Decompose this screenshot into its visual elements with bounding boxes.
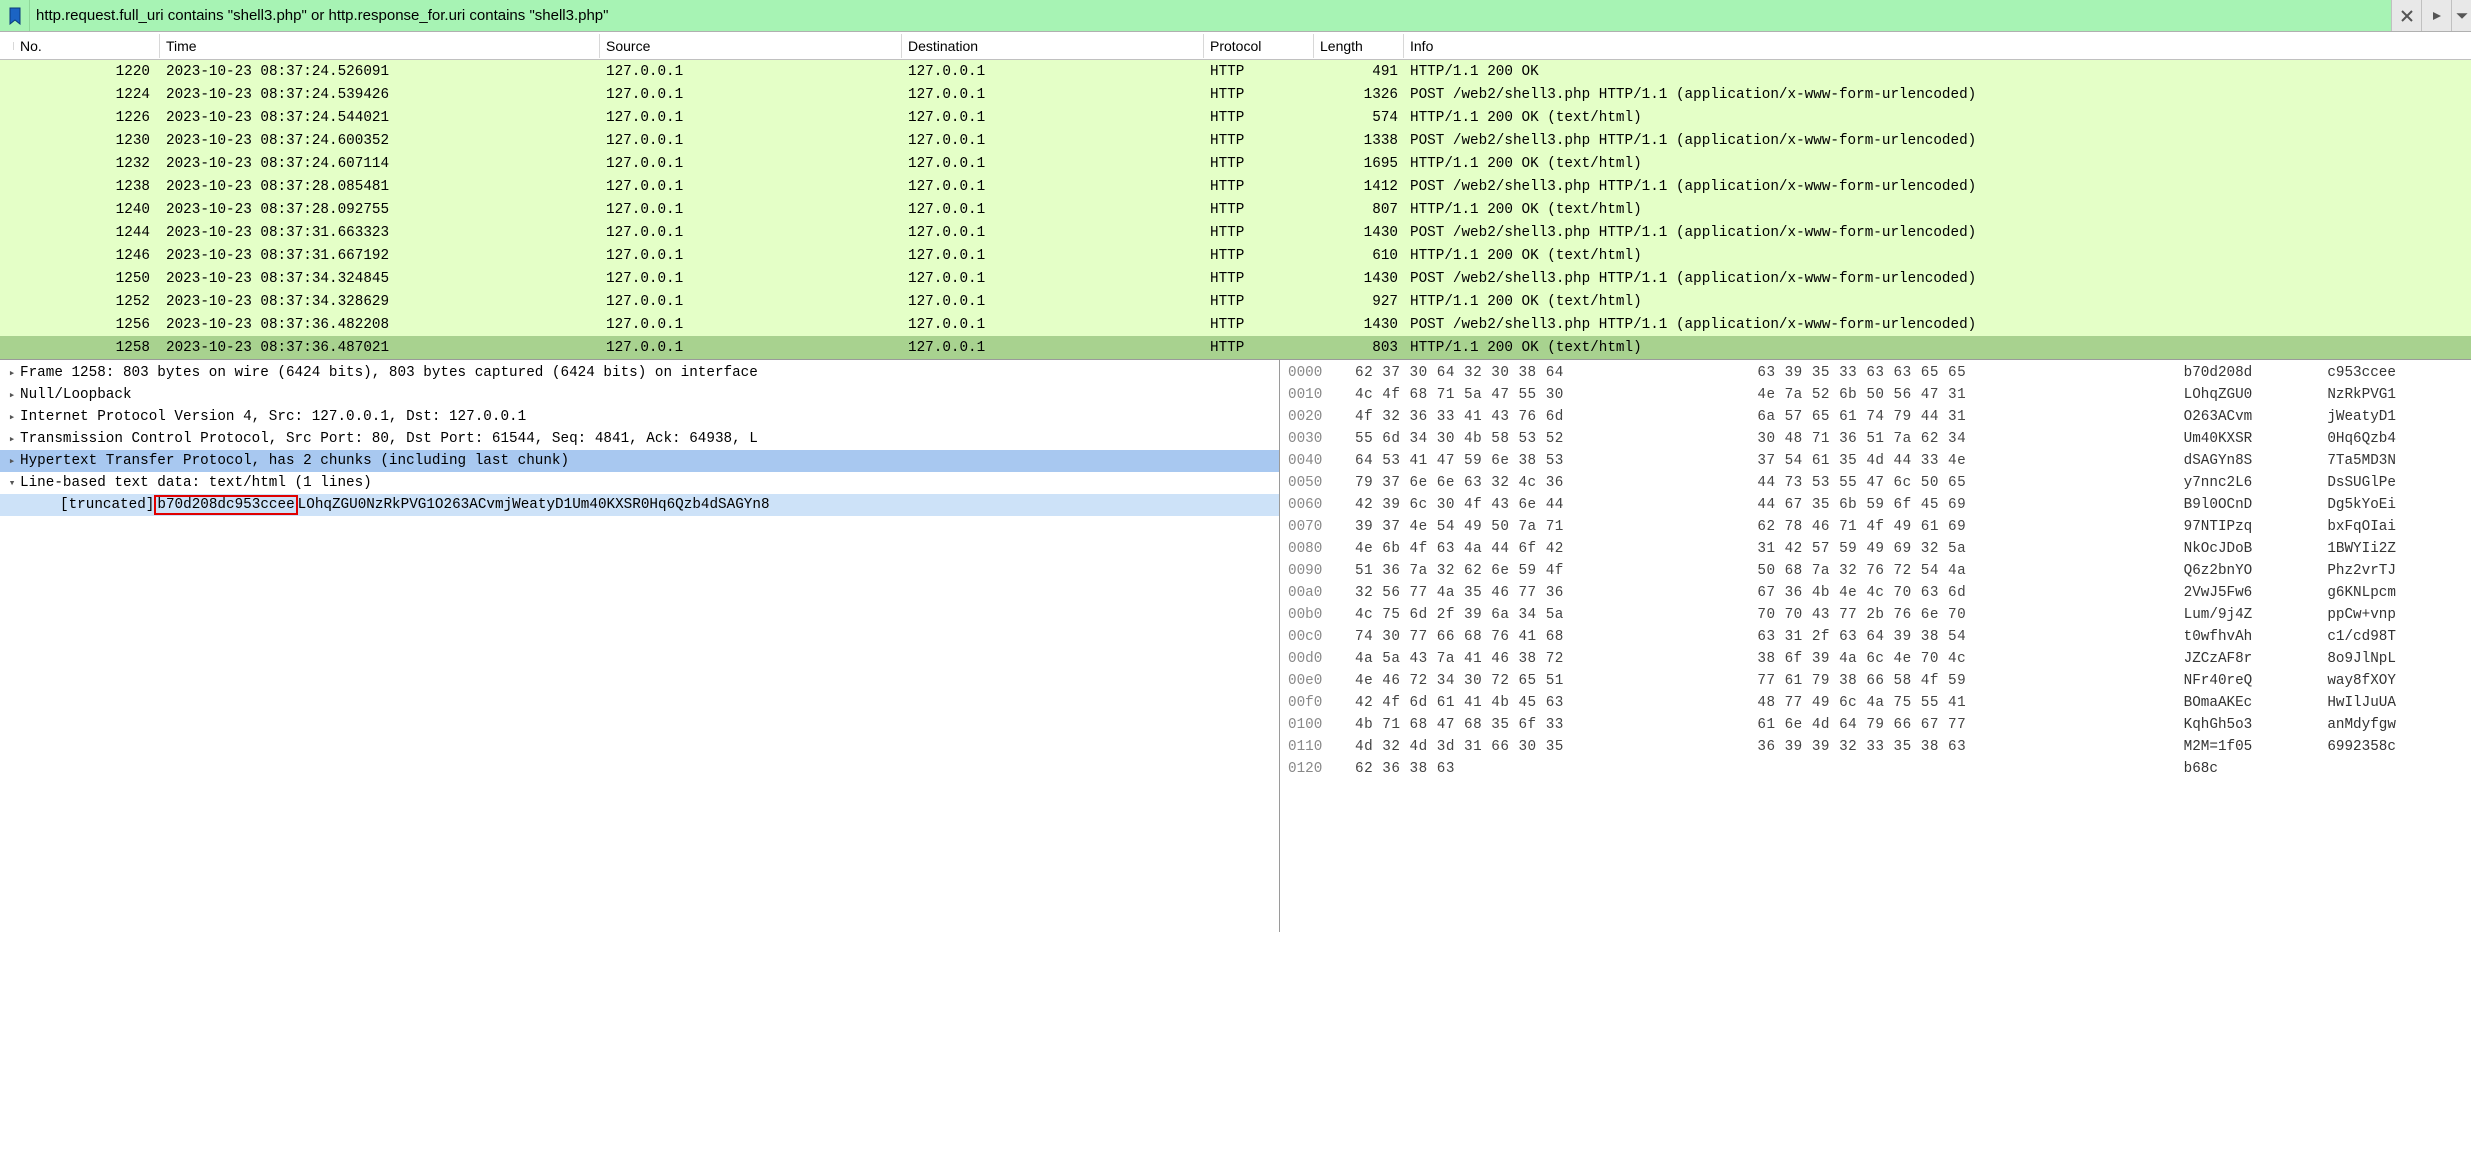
hex-row[interactable]: 004064 53 41 47 59 6e 38 5337 54 61 35 4…	[1288, 450, 2471, 472]
col-header-source[interactable]: Source	[600, 34, 902, 58]
col-header-protocol[interactable]: Protocol	[1204, 34, 1314, 58]
hex-row[interactable]: 012062 36 38 63b68c	[1288, 758, 2471, 780]
highlighted-hash: b70d208dc953ccee	[154, 495, 297, 515]
expand-caret-icon[interactable]: ▾	[4, 476, 20, 490]
hex-row[interactable]: 00804e 6b 4f 63 4a 44 6f 4231 42 57 59 4…	[1288, 538, 2471, 560]
packet-row[interactable]: →12562023-10-23 08:37:36.482208127.0.0.1…	[0, 313, 2471, 336]
tree-row[interactable]: ▸Internet Protocol Version 4, Src: 127.0…	[0, 406, 1279, 428]
packet-row[interactable]: 12502023-10-23 08:37:34.324845127.0.0.11…	[0, 267, 2471, 290]
hex-row[interactable]: 00204f 32 36 33 41 43 76 6d6a 57 65 61 7…	[1288, 406, 2471, 428]
col-header-destination[interactable]: Destination	[902, 34, 1204, 58]
expand-caret-icon[interactable]: ▸	[4, 410, 20, 424]
expand-caret-icon[interactable]: ▸	[4, 432, 20, 446]
packet-row[interactable]: →12582023-10-23 08:37:36.487021127.0.0.1…	[0, 336, 2471, 359]
display-filter-bar	[0, 0, 2471, 32]
tree-response-body[interactable]: [truncated]b70d208dc953cceeLOhqZGU0NzRkP…	[0, 494, 1279, 516]
packet-row[interactable]: 12302023-10-23 08:37:24.600352127.0.0.11…	[0, 129, 2471, 152]
filter-apply-button[interactable]	[2421, 0, 2451, 31]
packet-list-header: No. Time Source Destination Protocol Len…	[0, 32, 2471, 60]
hex-row[interactable]: 009051 36 7a 32 62 6e 59 4f50 68 7a 32 7…	[1288, 560, 2471, 582]
tree-row[interactable]: ▾Line-based text data: text/html (1 line…	[0, 472, 1279, 494]
filter-clear-button[interactable]	[2391, 0, 2421, 31]
packet-row[interactable]: 12382023-10-23 08:37:28.085481127.0.0.11…	[0, 175, 2471, 198]
packet-row[interactable]: 12322023-10-23 08:37:24.607114127.0.0.11…	[0, 152, 2471, 175]
hex-row[interactable]: 00d04a 5a 43 7a 41 46 38 7238 6f 39 4a 6…	[1288, 648, 2471, 670]
hex-row[interactable]: 01004b 71 68 47 68 35 6f 3361 6e 4d 64 7…	[1288, 714, 2471, 736]
packet-row[interactable]: 12522023-10-23 08:37:34.328629127.0.0.11…	[0, 290, 2471, 313]
hex-row[interactable]: 00e04e 46 72 34 30 72 65 5177 61 79 38 6…	[1288, 670, 2471, 692]
filter-dropdown-button[interactable]	[2451, 0, 2471, 31]
tree-row[interactable]: ▸Transmission Control Protocol, Src Port…	[0, 428, 1279, 450]
hex-row[interactable]: 000062 37 30 64 32 30 38 6463 39 35 33 6…	[1288, 362, 2471, 384]
packet-bytes-pane[interactable]: 000062 37 30 64 32 30 38 6463 39 35 33 6…	[1280, 360, 2471, 932]
col-header-time[interactable]: Time	[160, 34, 600, 58]
packet-row[interactable]: 12262023-10-23 08:37:24.544021127.0.0.11…	[0, 106, 2471, 129]
hex-row[interactable]: 01104d 32 4d 3d 31 66 30 3536 39 39 32 3…	[1288, 736, 2471, 758]
packet-row[interactable]: 12402023-10-23 08:37:28.092755127.0.0.11…	[0, 198, 2471, 221]
hex-row[interactable]: 006042 39 6c 30 4f 43 6e 4444 67 35 6b 5…	[1288, 494, 2471, 516]
expand-caret-icon[interactable]: ▸	[4, 454, 20, 468]
hex-row[interactable]: 00a032 56 77 4a 35 46 77 3667 36 4b 4e 4…	[1288, 582, 2471, 604]
display-filter-input[interactable]	[30, 0, 2391, 31]
truncated-label: [truncated]	[60, 497, 154, 513]
packet-list[interactable]: 12202023-10-23 08:37:24.526091127.0.0.11…	[0, 60, 2471, 359]
tree-row[interactable]: ▸Hypertext Transfer Protocol, has 2 chun…	[0, 450, 1279, 472]
hex-row[interactable]: 00104c 4f 68 71 5a 47 55 304e 7a 52 6b 5…	[1288, 384, 2471, 406]
packet-row[interactable]: 12462023-10-23 08:37:31.667192127.0.0.11…	[0, 244, 2471, 267]
packet-details-tree[interactable]: ▸Frame 1258: 803 bytes on wire (6424 bit…	[0, 360, 1280, 932]
hex-row[interactable]: 003055 6d 34 30 4b 58 53 5230 48 71 36 5…	[1288, 428, 2471, 450]
packet-row[interactable]: 12202023-10-23 08:37:24.526091127.0.0.11…	[0, 60, 2471, 83]
expand-caret-icon[interactable]: ▸	[4, 366, 20, 380]
tree-row[interactable]: ▸Frame 1258: 803 bytes on wire (6424 bit…	[0, 362, 1279, 384]
col-header-info[interactable]: Info	[1404, 34, 2471, 58]
filter-bookmark-icon[interactable]	[0, 0, 30, 31]
packet-row[interactable]: 12242023-10-23 08:37:24.539426127.0.0.11…	[0, 83, 2471, 106]
truncated-body-rest: LOhqZGU0NzRkPVG1O263ACvmjWeatyD1Um40KXSR…	[298, 497, 770, 513]
packet-row[interactable]: 12442023-10-23 08:37:31.663323127.0.0.11…	[0, 221, 2471, 244]
col-header-no[interactable]: No.	[14, 34, 160, 58]
hex-row[interactable]: 007039 37 4e 54 49 50 7a 7162 78 46 71 4…	[1288, 516, 2471, 538]
expand-caret-icon[interactable]: ▸	[4, 388, 20, 402]
tree-row[interactable]: ▸Null/Loopback	[0, 384, 1279, 406]
hex-row[interactable]: 00f042 4f 6d 61 41 4b 45 6348 77 49 6c 4…	[1288, 692, 2471, 714]
hex-row[interactable]: 005079 37 6e 6e 63 32 4c 3644 73 53 55 4…	[1288, 472, 2471, 494]
hex-row[interactable]: 00b04c 75 6d 2f 39 6a 34 5a70 70 43 77 2…	[1288, 604, 2471, 626]
hex-row[interactable]: 00c074 30 77 66 68 76 41 6863 31 2f 63 6…	[1288, 626, 2471, 648]
col-header-length[interactable]: Length	[1314, 34, 1404, 58]
